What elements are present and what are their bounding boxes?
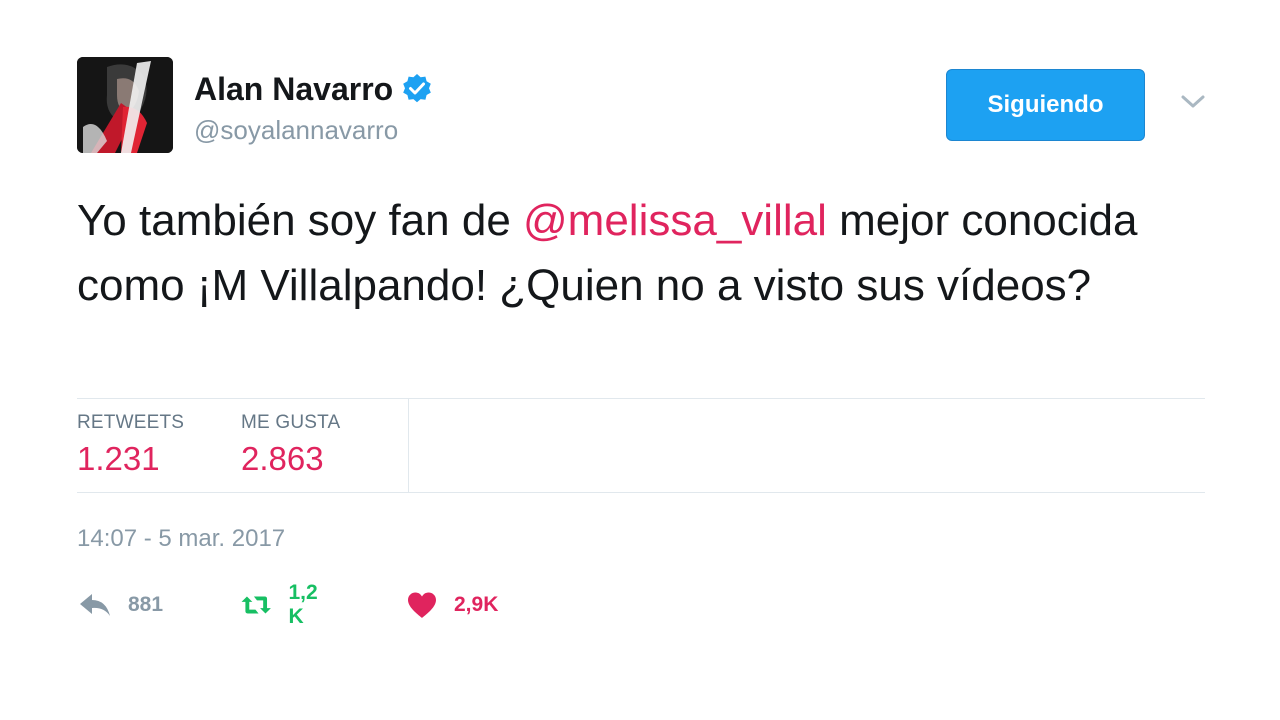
- mention-link[interactable]: @melissa_villal: [523, 196, 827, 245]
- heart-icon: [408, 592, 436, 618]
- retweets-label: RETWEETS: [77, 412, 185, 433]
- likes-stat[interactable]: ME GUSTA 2.863: [241, 412, 340, 478]
- retweets-stat[interactable]: RETWEETS 1.231: [77, 412, 184, 478]
- reply-count: 881: [128, 593, 164, 616]
- tweet-text: Yo también soy fan de @melissa_villal me…: [77, 188, 1197, 318]
- user-handle[interactable]: @soyalannavarro: [194, 115, 398, 146]
- divider: [77, 398, 1205, 399]
- reply-button[interactable]: 881: [78, 587, 163, 623]
- timestamp[interactable]: 14:07 - 5 mar. 2017: [77, 525, 285, 553]
- following-button[interactable]: Siguiendo: [946, 69, 1145, 141]
- retweet-count: 1,2 K: [288, 581, 318, 628]
- divider: [408, 399, 409, 492]
- divider: [77, 492, 1205, 493]
- chevron-down-icon[interactable]: [1178, 90, 1208, 114]
- likes-count: 2.863: [241, 440, 324, 477]
- avatar[interactable]: [77, 57, 173, 153]
- profile-photo-icon: [77, 57, 173, 153]
- display-name[interactable]: Alan Navarro: [194, 71, 393, 108]
- reply-icon: [80, 594, 110, 616]
- like-button[interactable]: 2,9K: [406, 587, 498, 623]
- likes-label: ME GUSTA: [241, 412, 341, 433]
- verified-badge-icon: [401, 73, 433, 105]
- retweets-count: 1.231: [77, 440, 160, 477]
- retweet-button[interactable]: 1,2 K: [240, 581, 327, 628]
- like-count: 2,9K: [454, 593, 499, 616]
- tweet-text-part: Yo también soy fan de: [77, 196, 524, 245]
- retweet-icon: [241, 596, 271, 614]
